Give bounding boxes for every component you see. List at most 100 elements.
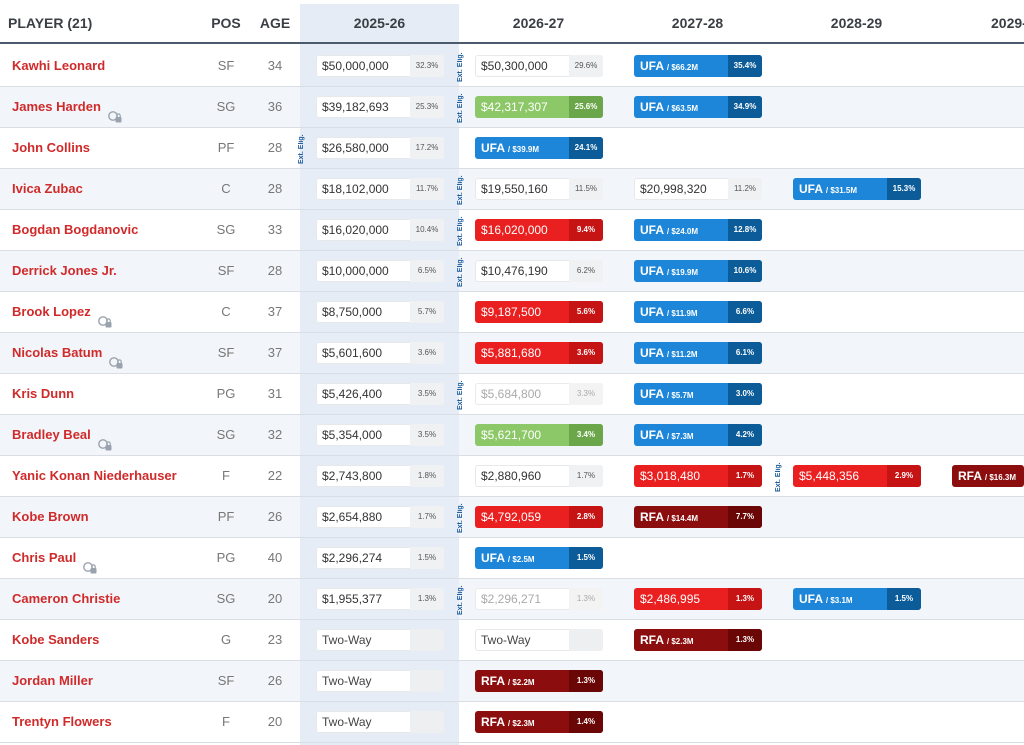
player-name-link[interactable]: Bradley Beal bbox=[12, 415, 113, 455]
salary-cell-ufa[interactable]: UFA / $11.2M 6.1% bbox=[634, 342, 762, 364]
salary-cell-rfa[interactable]: RFA / $2.2M 1.3% bbox=[475, 670, 603, 692]
fa-cap-hold: / $63.5M bbox=[666, 104, 699, 113]
salary-cell-team[interactable]: $5,881,680 3.6% bbox=[475, 342, 603, 364]
player-name-link[interactable]: Nicolas Batum bbox=[12, 333, 124, 373]
fa-status: RFA bbox=[640, 633, 664, 647]
player-name-link[interactable]: James Harden bbox=[12, 87, 123, 127]
salary-cell-player[interactable]: $5,621,700 3.4% bbox=[475, 424, 603, 446]
salary-cell-team[interactable]: $16,020,000 9.4% bbox=[475, 219, 603, 241]
player-name-link[interactable]: Trentyn Flowers bbox=[12, 702, 112, 742]
salary-amount: $2,654,880 bbox=[322, 510, 383, 524]
salary-cell-ufa[interactable]: UFA / $24.0M 12.8% bbox=[634, 219, 762, 241]
salary-cell-team[interactable]: $9,187,500 5.6% bbox=[475, 301, 603, 323]
fa-cap-hold: / $2.5M bbox=[507, 555, 535, 564]
salary-cell-ufa[interactable]: UFA / $7.3M 4.2% bbox=[634, 424, 762, 446]
player-name-link[interactable]: Bogdan Bogdanovic bbox=[12, 210, 138, 250]
player-position: C bbox=[221, 181, 231, 196]
cap-percentage: 1.7% bbox=[728, 465, 762, 487]
salary-cell-ufa[interactable]: UFA / $2.5M 1.5% bbox=[475, 547, 603, 569]
salary-cell-player[interactable]: $42,317,307 25.6% bbox=[475, 96, 603, 118]
header-pos[interactable]: POS bbox=[205, 4, 247, 42]
salary-cell-guar[interactable]: $5,426,400 3.5% bbox=[316, 383, 444, 405]
header-year-4[interactable]: 2028-29 bbox=[777, 4, 936, 42]
salary-cell-ufa[interactable]: UFA / $5.7M 3.0% bbox=[634, 383, 762, 405]
salary-cell-guar[interactable]: $2,880,960 1.7% bbox=[475, 465, 603, 487]
salary-cell-guar[interactable]: $19,550,160 11.5% bbox=[475, 178, 603, 200]
salary-cell-team[interactable]: $5,448,356 2.9% bbox=[793, 465, 921, 487]
player-name-link[interactable]: Kobe Sanders bbox=[12, 620, 99, 660]
player-name-link[interactable]: Kawhi Leonard bbox=[12, 46, 105, 86]
salary-cell-rfa[interactable]: RFA / $2.3M 1.3% bbox=[634, 629, 762, 651]
salary-cell-ufa[interactable]: UFA / $66.2M 35.4% bbox=[634, 55, 762, 77]
salary-cell-twoway[interactable]: Two-Way bbox=[316, 711, 444, 733]
player-age: 26 bbox=[267, 509, 283, 524]
salary-cell-team[interactable]: $4,792,059 2.8% bbox=[475, 506, 603, 528]
salary-cell-proj[interactable]: $5,684,800 3.3% bbox=[475, 383, 603, 405]
cap-percentage: 25.3% bbox=[410, 96, 444, 118]
salary-cell-twoway[interactable]: Two-Way bbox=[475, 629, 603, 651]
header-year-2[interactable]: 2026-27 bbox=[459, 4, 618, 42]
salary-cell-ufa[interactable]: UFA / $63.5M 34.9% bbox=[634, 96, 762, 118]
fa-status: UFA bbox=[640, 387, 664, 401]
option-lock-icon bbox=[97, 305, 113, 328]
free-agency-label: UFA / $3.1M bbox=[793, 588, 887, 610]
player-name-link[interactable]: Ivica Zubac bbox=[12, 169, 83, 209]
salary-cell-guar[interactable]: $2,743,800 1.8% bbox=[316, 465, 444, 487]
salary-cell-guar[interactable]: $2,654,880 1.7% bbox=[316, 506, 444, 528]
salary-cell-team[interactable]: $3,018,480 1.7% bbox=[634, 465, 762, 487]
player-name-text: Trentyn Flowers bbox=[12, 714, 112, 729]
salary-cell-ufa[interactable]: UFA / $19.9M 10.6% bbox=[634, 260, 762, 282]
salary-cell-ufa[interactable]: UFA / $39.9M 24.1% bbox=[475, 137, 603, 159]
salary-cell-guar[interactable]: $5,601,600 3.6% bbox=[316, 342, 444, 364]
table-row: Yanic Konan Niederhauser F 22 $2,743,800 1.8… bbox=[0, 456, 1024, 497]
salary-amount: $18,102,000 bbox=[322, 182, 389, 196]
player-name-link[interactable]: Jordan Miller bbox=[12, 661, 93, 701]
salary-cell-guar[interactable]: $16,020,000 10.4% bbox=[316, 219, 444, 241]
salary-cell-twoway[interactable]: Two-Way bbox=[316, 629, 444, 651]
player-name-link[interactable]: Derrick Jones Jr. bbox=[12, 251, 117, 291]
cap-percentage bbox=[410, 670, 444, 692]
salary-amount: $5,426,400 bbox=[322, 387, 383, 401]
extension-eligible-label: Ext. Elig. bbox=[457, 52, 464, 82]
salary-cell-ufa[interactable]: UFA / $31.5M 15.3% bbox=[793, 178, 921, 200]
salary-amount: $10,000,000 bbox=[322, 264, 389, 278]
header-year-1[interactable]: 2025-26 bbox=[300, 4, 459, 42]
salary-cell-guar[interactable]: $20,998,320 11.2% bbox=[634, 178, 762, 200]
salary-cell-twoway[interactable]: Two-Way bbox=[316, 670, 444, 692]
salary-cell-guar[interactable]: $5,354,000 3.5% bbox=[316, 424, 444, 446]
salary-cell-guar[interactable]: $2,296,274 1.5% bbox=[316, 547, 444, 569]
salary-cell-guar[interactable]: $26,580,000 17.2% bbox=[316, 137, 444, 159]
header-year-3[interactable]: 2027-28 bbox=[618, 4, 777, 42]
player-name-link[interactable]: Chris Paul bbox=[12, 538, 98, 578]
free-agency-label: UFA / $7.3M bbox=[634, 424, 728, 446]
player-name-link[interactable]: Kris Dunn bbox=[12, 374, 74, 414]
salary-cell-guar[interactable]: $39,182,693 25.3% bbox=[316, 96, 444, 118]
salary-cell-proj[interactable]: $2,296,271 1.3% bbox=[475, 588, 603, 610]
salary-cell-guar[interactable]: $1,955,377 1.3% bbox=[316, 588, 444, 610]
salary-cell-ufa[interactable]: UFA / $11.9M 6.6% bbox=[634, 301, 762, 323]
salary-cell-guar[interactable]: $18,102,000 11.7% bbox=[316, 178, 444, 200]
contracts-table: PLAYER (21) POS AGE 2025-26 2026-27 2027… bbox=[0, 0, 1024, 745]
player-name-link[interactable]: Kobe Brown bbox=[12, 497, 89, 537]
player-name-link[interactable]: Yanic Konan Niederhauser bbox=[12, 456, 177, 496]
free-agency-label: UFA / $24.0M bbox=[634, 219, 728, 241]
header-age[interactable]: AGE bbox=[255, 4, 295, 42]
header-year-5[interactable]: 2029- bbox=[936, 4, 1024, 42]
salary-cell-guar[interactable]: $50,300,000 29.6% bbox=[475, 55, 603, 77]
salary-cell-guar[interactable]: $10,000,000 6.5% bbox=[316, 260, 444, 282]
salary-cell-team[interactable]: $2,486,995 1.3% bbox=[634, 588, 762, 610]
fa-cap-hold: / $24.0M bbox=[666, 227, 699, 236]
salary-cell-rfa[interactable]: RFA / $14.4M 7.7% bbox=[634, 506, 762, 528]
player-name-link[interactable]: Cameron Christie bbox=[12, 579, 120, 619]
player-name-text: John Collins bbox=[12, 140, 90, 155]
header-player[interactable]: PLAYER (21) bbox=[8, 4, 92, 42]
salary-cell-rfa[interactable]: RFA / $16.3M bbox=[952, 465, 1024, 487]
salary-cell-guar[interactable]: $10,476,190 6.2% bbox=[475, 260, 603, 282]
table-row: James Harden SG 36 $39,182,693 25.3% $42,317,… bbox=[0, 87, 1024, 128]
salary-cell-guar[interactable]: $8,750,000 5.7% bbox=[316, 301, 444, 323]
salary-cell-rfa[interactable]: RFA / $2.3M 1.4% bbox=[475, 711, 603, 733]
salary-cell-guar[interactable]: $50,000,000 32.3% bbox=[316, 55, 444, 77]
player-name-link[interactable]: Brook Lopez bbox=[12, 292, 113, 332]
player-name-link[interactable]: John Collins bbox=[12, 128, 90, 168]
salary-cell-ufa[interactable]: UFA / $3.1M 1.5% bbox=[793, 588, 921, 610]
